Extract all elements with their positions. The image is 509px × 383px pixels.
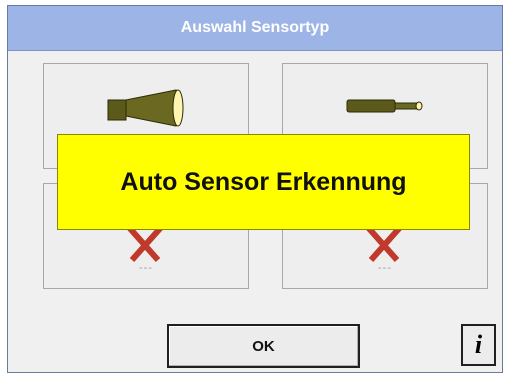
tile-label: ---: [139, 262, 153, 274]
large-sensor-probe-icon: [107, 89, 184, 127]
auto-sensor-detection-banner: Auto Sensor Erkennung: [57, 134, 470, 230]
cross-icon: [362, 224, 406, 262]
info-icon: i: [474, 330, 483, 359]
info-button[interactable]: i: [461, 324, 496, 366]
slim-sensor-probe-icon: [346, 99, 423, 113]
sensor-type-dialog: Auswahl Sensortyp --- --- Auto Sensor Er…: [7, 5, 503, 373]
cross-icon: [123, 224, 167, 262]
ok-button[interactable]: OK: [167, 324, 360, 368]
tile-label: ---: [378, 262, 392, 274]
dialog-title: Auswahl Sensortyp: [8, 6, 502, 51]
